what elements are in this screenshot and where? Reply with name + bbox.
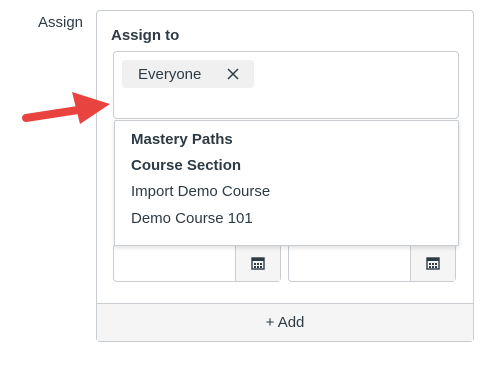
calendar-icon[interactable] [235, 245, 280, 281]
dropdown-group-mastery-paths[interactable]: Mastery Paths [131, 131, 233, 148]
token-label: Everyone [138, 65, 202, 83]
date-field-end[interactable] [288, 244, 456, 282]
assign-dropdown: Mastery Paths Course Section Import Demo… [114, 120, 459, 246]
assign-label: Assign [38, 14, 84, 31]
add-button[interactable]: + Add [97, 303, 473, 341]
dropdown-option-demo-course-101[interactable]: Demo Course 101 [131, 210, 253, 227]
close-icon[interactable] [226, 67, 240, 81]
assign-card: Assign to Everyone Mastery Paths Course … [96, 10, 474, 342]
assignee-token[interactable]: Everyone [122, 60, 254, 88]
date-field-start[interactable] [113, 244, 281, 282]
calendar-icon[interactable] [410, 245, 455, 281]
dropdown-option-import-demo-course[interactable]: Import Demo Course [131, 183, 270, 200]
date-row [113, 244, 457, 284]
red-arrow-icon [22, 86, 114, 131]
assign-to-input[interactable]: Everyone [113, 51, 459, 119]
dropdown-group-course-section[interactable]: Course Section [131, 157, 241, 174]
assign-to-title: Assign to [111, 27, 180, 44]
